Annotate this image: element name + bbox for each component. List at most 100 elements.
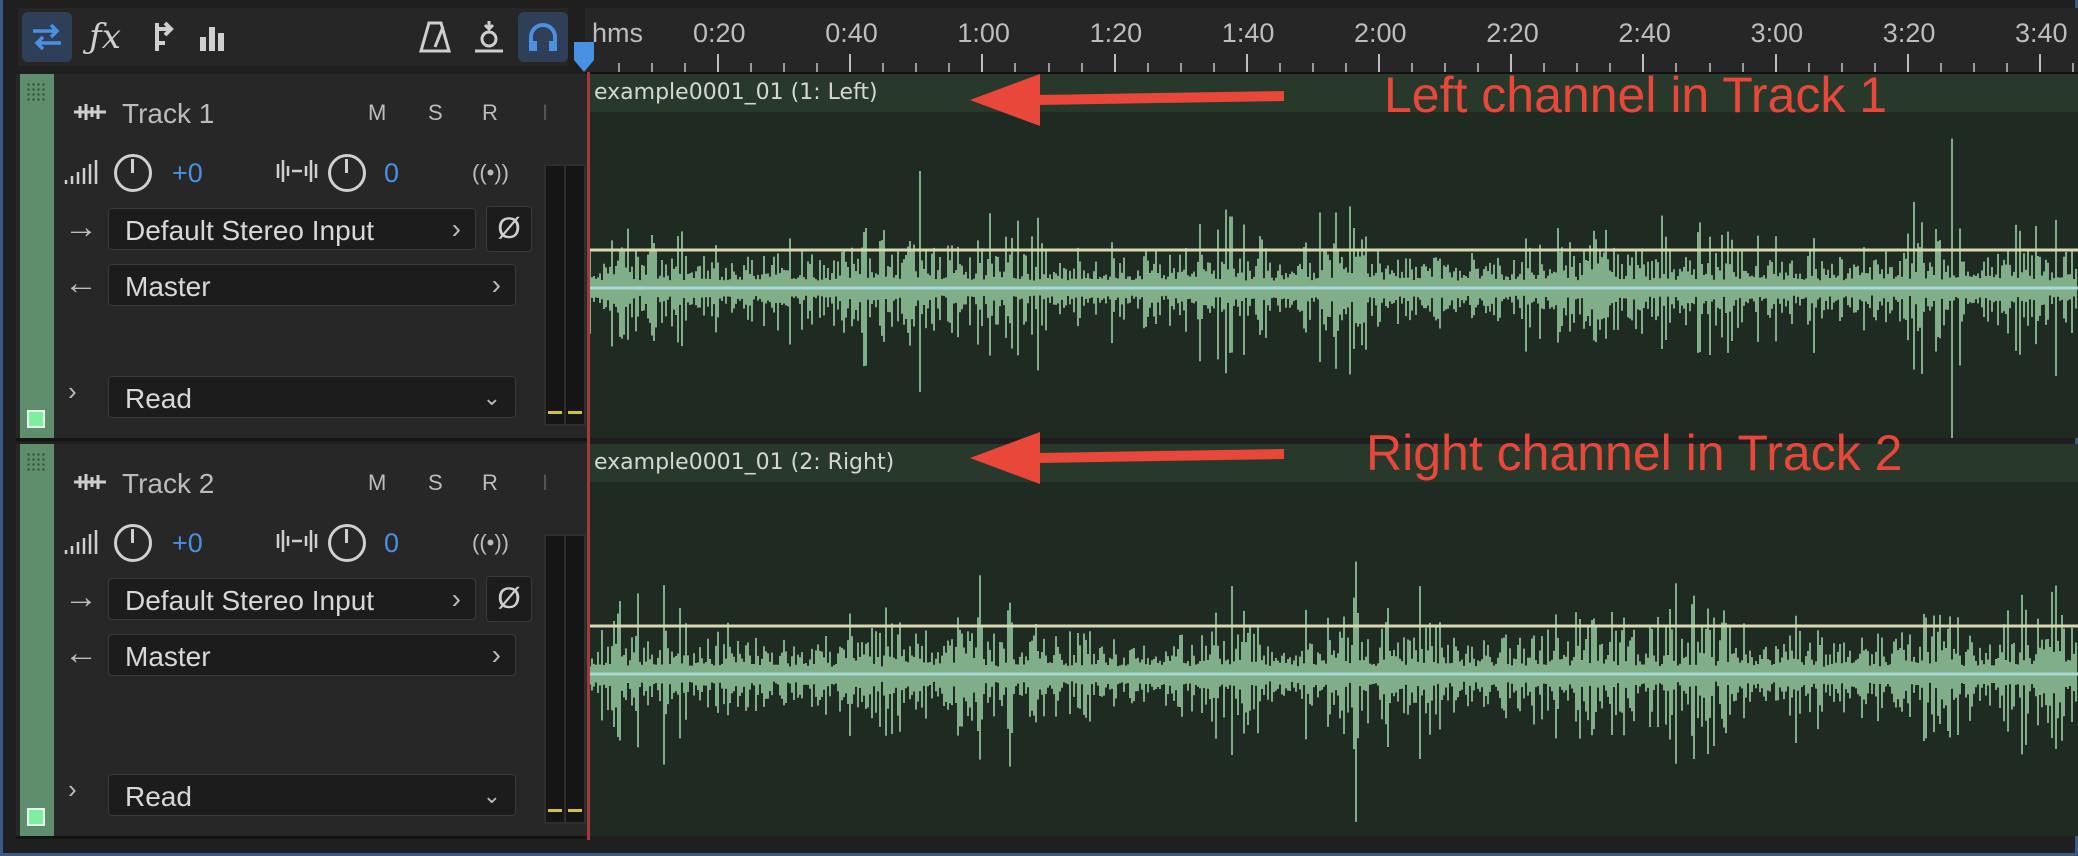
- ruler-unit-label: hms: [592, 18, 644, 48]
- pan-value[interactable]: 0: [384, 158, 399, 189]
- ruler-tick: [882, 63, 885, 72]
- track-color-strip[interactable]: [20, 74, 54, 438]
- ruler-tick: [1311, 63, 1314, 72]
- ruler-tick: [981, 54, 984, 72]
- multitrack-toolbar: ƒx: [18, 8, 568, 66]
- chevron-down-icon: ⌄: [482, 385, 501, 410]
- chevron-right-icon: ›: [491, 639, 501, 670]
- ruler-tick-label: 3:40: [2015, 18, 2068, 48]
- stereo-wireless-icon[interactable]: ((•)): [472, 160, 509, 186]
- record-punch-icon[interactable]: [464, 12, 514, 62]
- drag-handle-icon[interactable]: [26, 82, 46, 102]
- ruler-tick: [1212, 63, 1215, 72]
- expand-chevron-icon[interactable]: ›: [68, 376, 77, 407]
- solo-button[interactable]: S: [428, 470, 443, 496]
- annotation-arrow-right-icon: [970, 432, 1285, 484]
- volume-value[interactable]: +0: [172, 158, 203, 189]
- volume-icon: [64, 530, 98, 554]
- track-header-2: Track 2 M S R I +0 0 ((•)) → Default Ste…: [16, 444, 588, 839]
- peak-indicator-right: [568, 809, 582, 812]
- drag-handle-icon[interactable]: [26, 452, 46, 472]
- track-name[interactable]: Track 2: [122, 468, 214, 500]
- ruler-tick: [617, 63, 620, 72]
- input-select[interactable]: Default Stereo Input ›: [108, 208, 476, 250]
- level-meter: [544, 164, 586, 426]
- expand-chevron-icon[interactable]: ›: [68, 774, 77, 805]
- waveform-path: [589, 561, 2077, 822]
- track-select-toggle[interactable]: [27, 808, 45, 826]
- playhead-marker[interactable]: [572, 40, 596, 74]
- peak-indicator-left: [548, 809, 562, 812]
- ruler-tick: [683, 63, 686, 72]
- annotation-right-channel: Right channel in Track 2: [1366, 425, 1903, 481]
- eq-bars-icon[interactable]: [188, 12, 238, 62]
- fx-icon[interactable]: ƒx: [80, 12, 130, 62]
- ruler-tick: [783, 63, 786, 72]
- track-color-strip[interactable]: [20, 444, 54, 836]
- clip-title: example0001_01 (1: Left): [594, 80, 878, 105]
- output-select[interactable]: Master ›: [108, 634, 516, 676]
- ruler-tick: [1146, 63, 1149, 72]
- automation-mode-label: Read: [125, 781, 192, 812]
- automation-mode-select[interactable]: Read ⌄: [108, 376, 516, 418]
- timeline-ruler[interactable]: hms 0:20 0:40 1:00 1:20 1:40 2:00 2:20 2:40 3:00…: [585, 8, 2078, 74]
- track-lane-1[interactable]: example0001_01 (1: Left): [588, 74, 2078, 438]
- output-select[interactable]: Master ›: [108, 264, 516, 306]
- automation-mode-label: Read: [125, 383, 192, 414]
- ruler-tick-label: 2:40: [1618, 18, 1671, 48]
- mute-button[interactable]: M: [368, 100, 386, 126]
- pan-knob[interactable]: [328, 154, 366, 192]
- waveform-display[interactable]: [588, 482, 2078, 836]
- ruler-tick-label: 1:20: [1089, 18, 1143, 48]
- automation-mode-select[interactable]: Read ⌄: [108, 774, 516, 816]
- playhead-line: [587, 72, 590, 840]
- ruler-tick: [1080, 63, 1083, 72]
- waveform-display[interactable]: [588, 112, 2078, 438]
- record-arm-button[interactable]: R: [482, 470, 498, 496]
- output-select-label: Master: [125, 641, 211, 672]
- input-select[interactable]: Default Stereo Input ›: [108, 578, 476, 620]
- switch-icon[interactable]: [22, 12, 72, 62]
- pan-knob[interactable]: [328, 524, 366, 562]
- ruler-tick: [717, 54, 719, 72]
- chevron-right-icon: ›: [451, 213, 461, 244]
- ruler-tick: [816, 63, 819, 72]
- ruler-tick: [1939, 63, 1942, 72]
- ruler-tick: [849, 54, 852, 72]
- track-name[interactable]: Track 1: [122, 98, 214, 130]
- volume-knob[interactable]: [114, 154, 152, 192]
- ruler-tick-label: 3:00: [1750, 18, 1804, 48]
- chevron-right-icon: ›: [451, 583, 461, 614]
- input-monitor-button[interactable]: I: [542, 470, 548, 496]
- monitor-headphones-icon[interactable]: [518, 12, 568, 62]
- input-monitor-button[interactable]: I: [542, 100, 548, 126]
- solo-button[interactable]: S: [428, 100, 443, 126]
- stereo-wireless-icon[interactable]: ((•)): [472, 530, 509, 556]
- ruler-tick: [1047, 63, 1050, 72]
- volume-icon: [64, 160, 98, 184]
- input-select-label: Default Stereo Input: [125, 215, 375, 246]
- peak-indicator-left: [548, 411, 562, 414]
- pan-value[interactable]: 0: [384, 528, 399, 559]
- output-arrow-icon: ←: [64, 264, 98, 302]
- ruler-tick: [1245, 54, 1248, 72]
- send-icon[interactable]: [138, 12, 188, 62]
- ruler-tick: [750, 63, 753, 72]
- phase-invert-button[interactable]: Ø: [486, 206, 532, 252]
- volume-value[interactable]: +0: [172, 528, 203, 559]
- mute-button[interactable]: M: [368, 470, 386, 496]
- annotation-arrow-left-icon: [970, 74, 1285, 126]
- output-arrow-icon: ←: [64, 634, 98, 672]
- metronome-icon[interactable]: [410, 12, 460, 62]
- record-arm-button[interactable]: R: [482, 100, 498, 126]
- chevron-down-icon: ⌄: [482, 783, 501, 808]
- ruler-tick: [1014, 63, 1017, 72]
- volume-knob[interactable]: [114, 524, 152, 562]
- ruler-tick-label: 1:00: [957, 18, 1010, 48]
- phase-invert-button[interactable]: Ø: [486, 576, 532, 622]
- ruler-tick-label: 0:20: [693, 18, 746, 48]
- track-lane-2[interactable]: example0001_01 (2: Right): [588, 444, 2078, 836]
- annotation-left-channel: Left channel in Track 1: [1384, 67, 1888, 123]
- ruler-tick: [1179, 63, 1182, 72]
- track-select-toggle[interactable]: [27, 410, 45, 428]
